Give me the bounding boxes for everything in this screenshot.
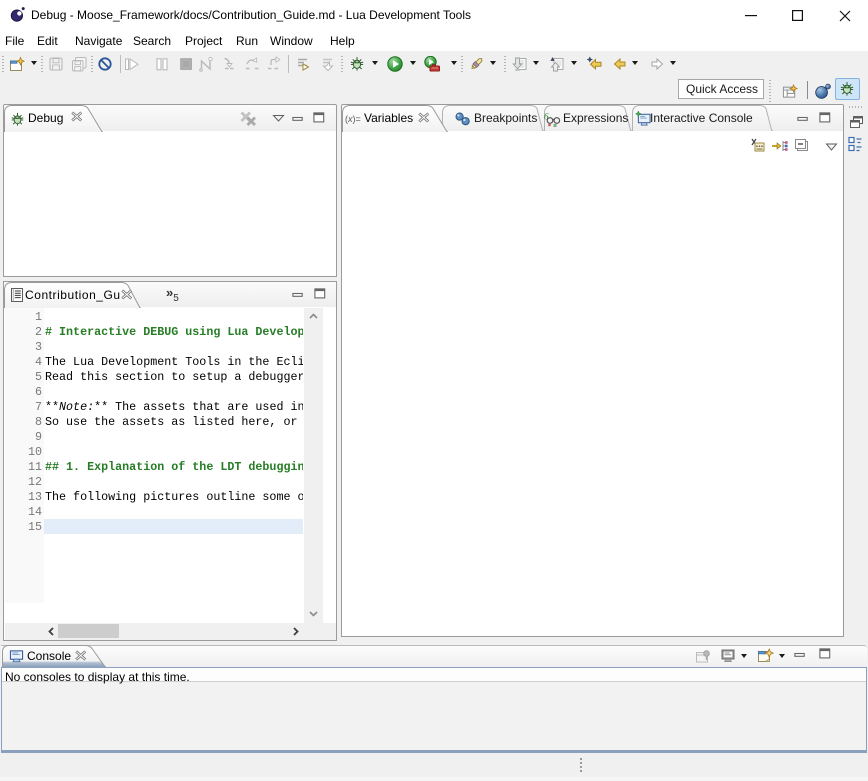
svg-text:6: 6 — [544, 112, 549, 122]
